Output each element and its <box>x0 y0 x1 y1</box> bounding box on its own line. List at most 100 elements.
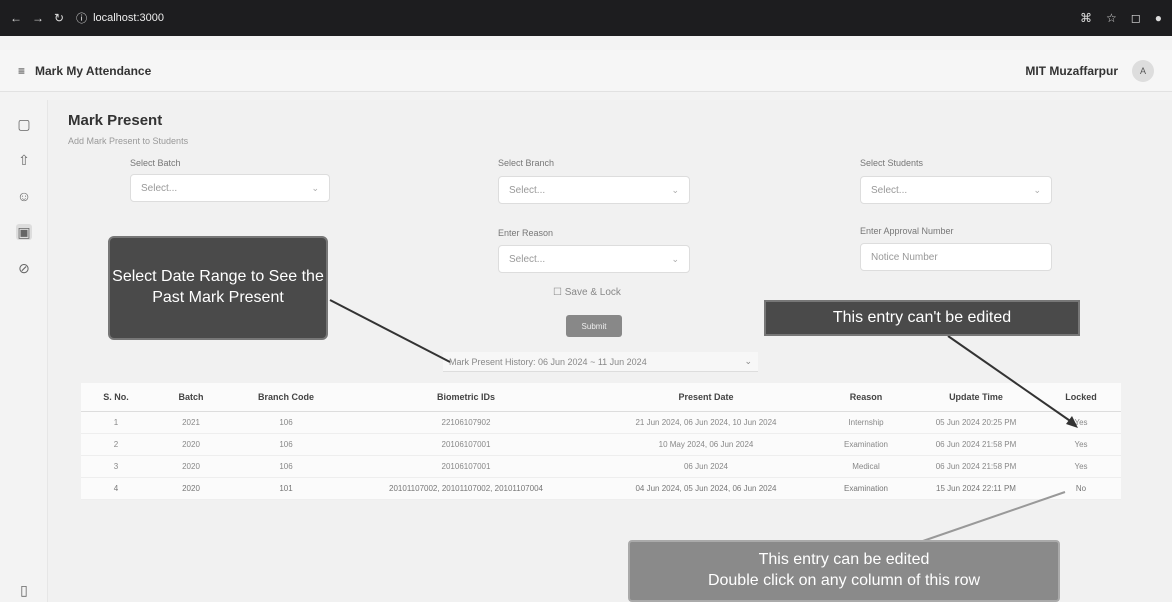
save-lock-checkbox[interactable]: ☐ Save & Lock <box>553 287 621 298</box>
approval-number-input[interactable]: Notice Number <box>860 243 1052 271</box>
site-info-icon[interactable]: ⓘ <box>76 10 87 26</box>
app-title: Mark My Attendance <box>35 63 152 78</box>
logout-icon[interactable]: ▯ <box>16 582 32 598</box>
address-bar[interactable]: localhost:3000 <box>93 12 164 24</box>
cell: 1 <box>81 411 151 434</box>
column-header: Biometric IDs <box>341 383 591 412</box>
cell: 06 Jun 2024 <box>591 455 821 478</box>
cell: 2020 <box>151 477 231 500</box>
date-range-callout: Select Date Range to See the Past Mark P… <box>108 236 328 340</box>
editable-callout: This entry can be edited Double click on… <box>628 540 1060 602</box>
cell: Examination <box>821 477 911 500</box>
batch-select-value: Select... <box>141 182 178 194</box>
column-header: Locked <box>1041 383 1121 412</box>
cell: 10 May 2024, 06 Jun 2024 <box>591 433 821 456</box>
column-header: S. No. <box>81 383 151 412</box>
save-lock-label: Save & Lock <box>564 287 621 298</box>
column-header: Update Time <box>911 383 1041 412</box>
users-icon[interactable]: ☺ <box>16 188 32 204</box>
cell: 04 Jun 2024, 05 Jun 2024, 06 Jun 2024 <box>591 477 821 500</box>
chevron-down-icon: ⌄ <box>311 182 319 193</box>
date-range-callout-text: Select Date Range to See the Past Mark P… <box>112 268 324 306</box>
table-row[interactable]: 1 2021 106 22106107902 21 Jun 2024, 06 J… <box>81 411 1121 434</box>
cell: 20101107002, 20101107002, 20101107004 <box>341 477 591 500</box>
chevron-down-icon: ⌄ <box>671 184 679 195</box>
submit-button[interactable]: Submit <box>566 315 622 337</box>
approval-label: Enter Approval Number <box>860 226 954 236</box>
approval-placeholder: Notice Number <box>871 251 938 263</box>
reload-icon[interactable]: ↻ <box>54 11 64 25</box>
extensions-icon[interactable]: ◻ <box>1131 11 1141 25</box>
locked-callout-text: This entry can't be edited <box>832 308 1012 326</box>
cell: 106 <box>231 455 341 478</box>
cell: 2020 <box>151 455 231 478</box>
editable-callout-line1: This entry can be edited <box>758 551 930 569</box>
table-row[interactable]: 4 2020 101 20101107002, 20101107002, 201… <box>81 477 1121 500</box>
column-header: Present Date <box>591 383 821 412</box>
editable-callout-line2: Double click on any column of this row <box>707 572 981 589</box>
cell: 06 Jun 2024 21:58 PM <box>911 455 1041 478</box>
cell: 2 <box>81 433 151 456</box>
back-icon[interactable]: ← <box>10 11 22 25</box>
app-header: ≡ Mark My Attendance MIT Muzaffarpur A <box>0 50 1172 92</box>
locked-callout: This entry can't be edited <box>764 300 1080 336</box>
batch-select[interactable]: Select... ⌄ <box>130 174 330 202</box>
table-row[interactable]: 2 2020 106 20106107001 10 May 2024, 06 J… <box>81 433 1121 456</box>
batch-label: Select Batch <box>130 158 181 168</box>
bookmark-star-icon[interactable]: ☆ <box>1106 11 1117 25</box>
chevron-down-icon: ⌄ <box>744 356 752 366</box>
table-header-row: S. No. Batch Branch Code Biometric IDs P… <box>81 383 1121 412</box>
translate-icon[interactable]: ⌘ <box>1080 11 1092 25</box>
cell: Medical <box>821 455 911 478</box>
sidebar: ▢ ⇧ ☺ ▣ ⊘ ▯ <box>0 100 48 602</box>
date-range-picker[interactable]: Mark Present History: 06 Jun 2024 ~ 11 J… <box>443 352 758 372</box>
cell: Yes <box>1041 433 1121 456</box>
mark-present-icon[interactable]: ▣ <box>16 224 32 240</box>
cell: 106 <box>231 433 341 456</box>
cell: 20106107001 <box>341 455 591 478</box>
students-select[interactable]: Select... ⌄ <box>860 176 1052 204</box>
avatar[interactable]: A <box>1132 59 1154 82</box>
forward-icon[interactable]: → <box>32 11 44 25</box>
page-title: Mark Present <box>68 112 163 129</box>
table-row[interactable]: 3 2020 106 20106107001 06 Jun 2024 Medic… <box>81 455 1121 478</box>
cell: 15 Jun 2024 22:11 PM <box>911 477 1041 500</box>
cell: 20106107001 <box>341 433 591 456</box>
cell: Internship <box>821 411 911 434</box>
branch-select-value: Select... <box>509 184 546 196</box>
date-range-value: Mark Present History: 06 Jun 2024 ~ 11 J… <box>449 356 647 367</box>
browser-toolbar: ← → ↻ ⓘ localhost:3000 ⌘ ☆ ◻ ● <box>0 0 1172 36</box>
cell: 3 <box>81 455 151 478</box>
cell: Examination <box>821 433 911 456</box>
column-header: Branch Code <box>231 383 341 412</box>
cell: 4 <box>81 477 151 500</box>
org-name: MIT Muzaffarpur <box>1025 63 1118 78</box>
cell: 06 Jun 2024 21:58 PM <box>911 433 1041 456</box>
reason-select[interactable]: Select... ⌄ <box>498 245 690 273</box>
clipboard-icon[interactable]: ▢ <box>16 116 32 132</box>
column-header: Reason <box>821 383 911 412</box>
cell: 2021 <box>151 411 231 434</box>
main-content: Mark Present Add Mark Present to Student… <box>48 100 1172 602</box>
upload-icon[interactable]: ⇧ <box>16 152 32 168</box>
cell: Yes <box>1041 411 1121 434</box>
block-icon[interactable]: ⊘ <box>16 260 32 276</box>
chevron-down-icon: ⌄ <box>1033 184 1041 195</box>
menu-icon[interactable]: ≡ <box>18 64 25 78</box>
chevron-down-icon: ⌄ <box>671 253 679 264</box>
branch-label: Select Branch <box>498 158 555 168</box>
cell: 21 Jun 2024, 06 Jun 2024, 10 Jun 2024 <box>591 411 821 434</box>
reason-label: Enter Reason <box>498 228 554 238</box>
reason-select-value: Select... <box>509 253 546 265</box>
cell: 106 <box>231 411 341 434</box>
students-select-value: Select... <box>871 184 908 196</box>
cell: 05 Jun 2024 20:25 PM <box>911 411 1041 434</box>
students-label: Select Students <box>860 158 924 168</box>
branch-select[interactable]: Select... ⌄ <box>498 176 690 204</box>
page-subtitle: Add Mark Present to Students <box>68 136 189 146</box>
cell: No <box>1041 477 1121 500</box>
cell: Yes <box>1041 455 1121 478</box>
profile-icon[interactable]: ● <box>1155 11 1162 25</box>
cell: 2020 <box>151 433 231 456</box>
cell: 101 <box>231 477 341 500</box>
